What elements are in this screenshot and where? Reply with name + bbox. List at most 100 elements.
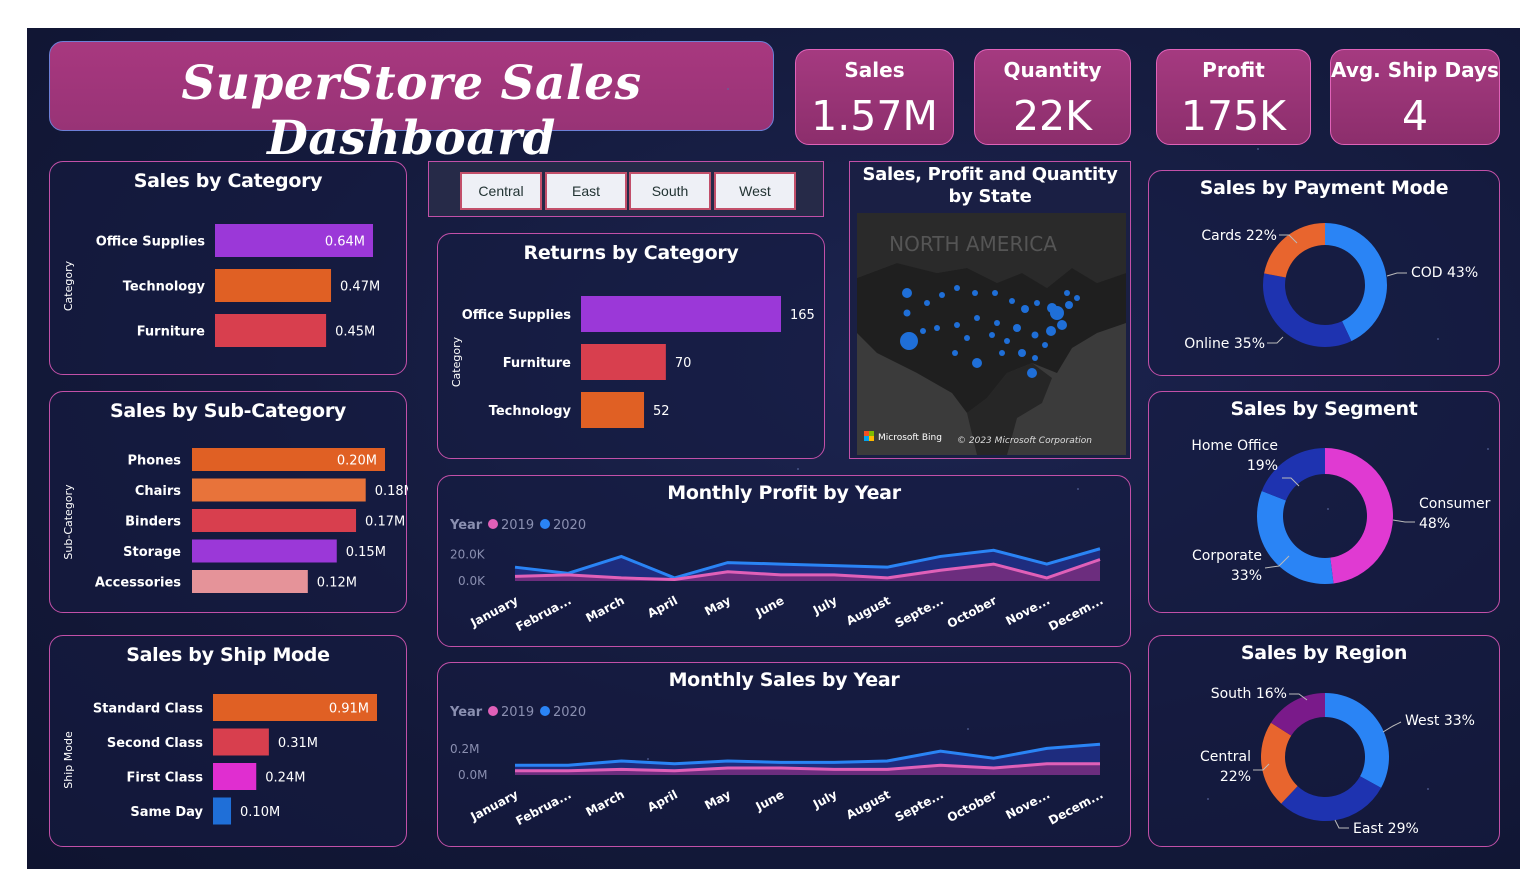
bar: [213, 797, 232, 825]
background-star: [967, 728, 969, 730]
x-tick-label: June: [753, 593, 787, 620]
bar: [192, 509, 357, 532]
dashboard-title-box: SuperStore Sales Dashboard: [49, 41, 774, 166]
y-tick-label: 20.0K: [450, 547, 486, 561]
x-tick-label: May: [702, 787, 733, 812]
category-label: Office Supplies: [462, 308, 572, 323]
y-tick-label: 0.0M: [458, 768, 487, 782]
donut-label: Consumer: [1419, 496, 1491, 512]
axis-label: Category: [62, 260, 75, 311]
kpi-value: 175K: [1180, 92, 1287, 140]
legend-marker: [540, 519, 550, 529]
slicer-button-south[interactable]: South: [629, 172, 711, 210]
donut-label: 33%: [1231, 568, 1262, 584]
donut-slice: [1325, 693, 1389, 788]
kpi-card-sales[interactable]: Sales 1.57M: [795, 49, 954, 145]
panel-sales-by-subcategory: Sales by Sub-Category Sub-Category Phones…: [49, 391, 408, 613]
kpi-value: 1.57M: [811, 92, 938, 140]
x-tick-label: May: [702, 593, 733, 618]
category-label: First Class: [127, 771, 204, 786]
panel-sales-by-category: Sales by Category Category Office Supplie…: [49, 161, 407, 375]
data-label: 0.17M: [365, 515, 405, 530]
map-region-label: NORTH AMERICA: [889, 232, 1057, 256]
line-chart-monthly-sales: Year 2019 2020 0.2M 0.0M JanuaryFebrua... Marc…: [449, 705, 1105, 828]
bar: [192, 570, 308, 593]
x-tick-label: July: [810, 787, 840, 812]
slicer-button-east[interactable]: East: [545, 172, 627, 210]
legend-label: 2020: [553, 518, 586, 533]
panel-returns-by-category: Returns by Category Category Office Suppl…: [437, 233, 825, 459]
kpi-label: Sales: [844, 58, 905, 82]
data-label: 0.31M: [278, 736, 318, 751]
panel-monthly-profit: Monthly Profit by Year Year 2019 2020 20.0K…: [437, 475, 1131, 647]
x-tick-label: Septe...: [893, 787, 946, 824]
donut-slice: [1261, 448, 1325, 501]
x-tick-label: June: [753, 787, 787, 814]
background-star: [797, 468, 799, 470]
category-label: Office Supplies: [96, 235, 206, 250]
background-star: [1327, 508, 1329, 510]
kpi-value: 22K: [1012, 92, 1093, 140]
background-star: [1427, 788, 1429, 790]
panel-title: Sales, Profit and Quantity by State: [862, 164, 1118, 207]
x-tick-label: August: [844, 787, 893, 822]
donut-label: Online 35%: [1184, 336, 1265, 352]
data-label: 0.18M: [375, 484, 408, 499]
x-tick-label: January: [467, 593, 520, 630]
map-copyright: © 2023 Microsoft Corporation: [957, 436, 1092, 446]
data-label: 0.47M: [340, 280, 380, 295]
donut-label: 48%: [1419, 516, 1450, 532]
bar: [213, 763, 257, 790]
axis-label: Category: [450, 336, 463, 387]
bar: [581, 296, 781, 332]
bar: [192, 539, 337, 563]
x-tick-label: August: [844, 593, 893, 628]
legend-label: 2019: [501, 705, 534, 720]
slicer-button-west[interactable]: West: [714, 172, 796, 210]
x-tick-label: January: [467, 787, 520, 824]
kpi-card-quantity[interactable]: Quantity 22K: [974, 49, 1131, 145]
dashboard-canvas: SuperStore Sales Dashboard Sales 1.57M Q…: [27, 28, 1520, 869]
dashboard-title: SuperStore Sales Dashboard: [181, 56, 642, 166]
category-label: Furniture: [137, 325, 205, 340]
kpi-card-avg-ship-days[interactable]: Avg. Ship Days 4: [1330, 49, 1500, 145]
donut-label: Central: [1200, 749, 1251, 765]
category-label: Chairs: [135, 484, 181, 499]
kpi-label: Quantity: [1003, 58, 1102, 82]
bar-chart-sales-by-ship-mode: Ship Mode Standard Class 0.91M Second Class…: [62, 694, 377, 825]
x-tick-label: Decem...: [1046, 593, 1105, 633]
data-label: 0.45M: [335, 325, 375, 340]
category-label: Same Day: [130, 805, 203, 820]
legend-title: Year: [449, 518, 483, 533]
donut-slice: [1325, 448, 1394, 584]
kpi-label: Avg. Ship Days: [1331, 58, 1499, 82]
data-label: 0.64M: [325, 235, 365, 250]
x-tick-label: Februa...: [513, 593, 573, 634]
background-star: [1257, 148, 1259, 150]
category-label: Furniture: [503, 356, 571, 371]
donut-label: COD 43%: [1411, 265, 1478, 281]
category-label: Standard Class: [93, 702, 203, 717]
data-label: 165: [790, 308, 815, 323]
state-map[interactable]: NORTH AMERICA Microsoft Bing © 2023 Micr…: [857, 213, 1126, 455]
x-tick-label: October: [945, 787, 999, 825]
data-label: 52: [653, 404, 670, 419]
legend-label: 2020: [553, 705, 586, 720]
background-star: [1077, 488, 1079, 490]
category-label: Technology: [489, 404, 572, 419]
bar-chart-returns-by-category: Category Office Supplies 165 Furniture 70 Tec…: [450, 296, 815, 428]
x-tick-label: July: [810, 593, 840, 618]
y-tick-label: 0.0K: [458, 574, 486, 588]
bar-chart-sales-by-subcategory: Sub-Category Phones 0.20M Chairs 0.18M Binder…: [62, 448, 408, 593]
x-tick-label: March: [583, 787, 626, 819]
region-slicer: Central East South West: [428, 161, 824, 217]
donut-slice: [1261, 722, 1298, 804]
background-star: [1437, 338, 1439, 340]
x-tick-label: March: [583, 593, 626, 625]
bar: [192, 478, 366, 502]
slicer-button-central[interactable]: Central: [460, 172, 542, 210]
line-chart-monthly-profit: Year 2019 2020 20.0K 0.0K JanuaryFebrua... Mar…: [449, 518, 1105, 634]
x-tick-label: Decem...: [1046, 787, 1105, 827]
kpi-card-profit[interactable]: Profit 175K: [1156, 49, 1311, 145]
category-label: Second Class: [107, 736, 203, 751]
